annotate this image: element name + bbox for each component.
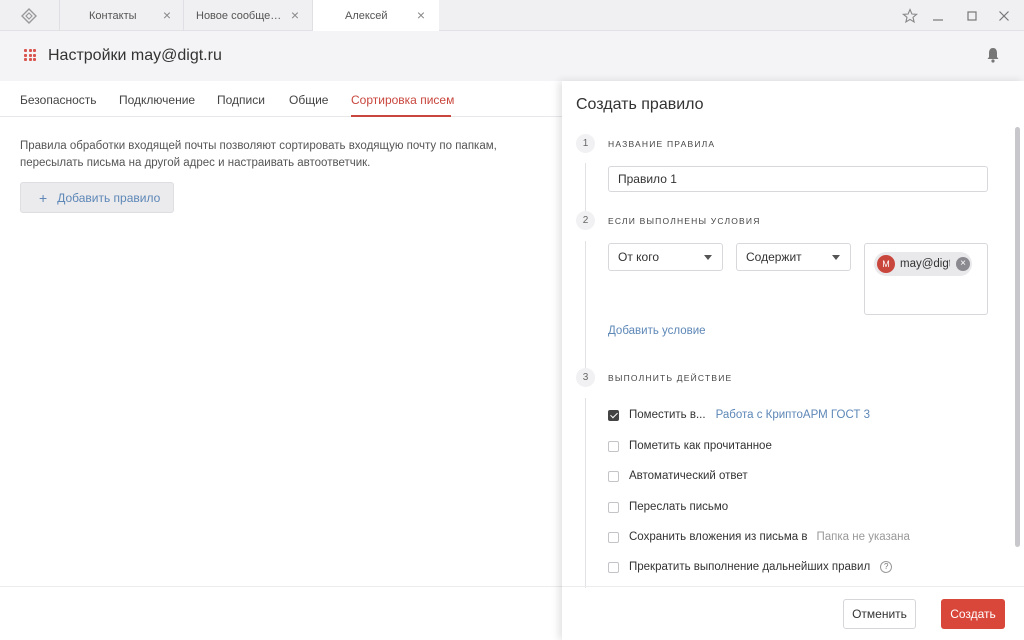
select-value: Содержит — [746, 250, 802, 264]
close-window-icon[interactable] — [994, 6, 1014, 26]
close-icon[interactable]: × — [414, 8, 428, 22]
action-move-to[interactable]: Поместить в... Работа с КриптоАРМ ГОСТ 3 — [608, 407, 870, 423]
divider — [0, 586, 562, 587]
bell-icon[interactable] — [985, 46, 1001, 64]
condition-field-select[interactable]: От кого — [608, 243, 723, 271]
checkbox-stop-rules[interactable] — [608, 561, 619, 573]
cancel-button[interactable]: Отменить — [843, 599, 916, 629]
step-connector — [585, 398, 586, 588]
divider — [562, 586, 1024, 587]
star-icon[interactable] — [900, 6, 920, 26]
action-label: Поместить в... — [629, 409, 706, 421]
select-value: От кого — [618, 250, 660, 264]
action-auto-reply[interactable]: Автоматический ответ — [608, 468, 748, 484]
chevron-down-icon — [704, 255, 712, 260]
tab-security[interactable]: Безопасность — [20, 93, 97, 107]
add-rule-button[interactable]: + Добавить правило — [20, 182, 174, 213]
target-folder-link[interactable]: Работа с КриптоАРМ ГОСТ 3 — [716, 409, 870, 421]
tab-label: Алексей — [345, 9, 388, 22]
action-label: Автоматический ответ — [629, 470, 748, 482]
close-icon[interactable]: × — [160, 8, 174, 22]
checkbox-auto-reply[interactable] — [608, 470, 619, 482]
create-rule-panel: Создать правило 1 Название правила 2 Есл… — [562, 81, 1024, 640]
step-number: 2 — [576, 211, 595, 230]
tab-label: Новое сообщение — [196, 9, 284, 22]
folder-not-set-text[interactable]: Папка не указана — [816, 531, 909, 543]
panel-scrollbar[interactable] — [1015, 127, 1020, 547]
action-label: Прекратить выполнение дальнейших правил — [629, 561, 871, 573]
page-header: Настройки may@digt.ru — [0, 31, 1024, 81]
tab-contacts[interactable]: Контакты × — [59, 0, 183, 31]
action-save-attachments[interactable]: Сохранить вложения из письма в Папка не … — [608, 529, 910, 545]
apps-grid-icon[interactable] — [24, 49, 36, 61]
tab-signatures[interactable]: Подписи — [217, 93, 265, 107]
step-number: 1 — [576, 134, 595, 153]
condition-operator-select[interactable]: Содержит — [736, 243, 851, 271]
tab-aleksey[interactable]: Алексей × — [312, 0, 439, 31]
step-connector — [585, 163, 586, 213]
title-bar: Контакты × Новое сообщение × Алексей × — [0, 0, 1024, 31]
chevron-down-icon — [832, 255, 840, 260]
tab-new-message[interactable]: Новое сообщение × — [183, 0, 312, 31]
tab-connection[interactable]: Подключение — [119, 93, 195, 107]
create-button[interactable]: Создать — [941, 599, 1005, 629]
email-chip: M may@digt.ru × — [874, 252, 972, 276]
rules-description: Правила обработки входящей почты позволя… — [20, 140, 497, 169]
tab-general[interactable]: Общие — [289, 93, 328, 107]
plus-icon: + — [39, 189, 48, 206]
settings-tabs: Безопасность Подключение Подписи Общие С… — [0, 81, 562, 117]
step-label: Выполнить действие — [608, 373, 733, 383]
action-label: Переслать письмо — [629, 501, 729, 513]
step-number: 3 — [576, 368, 595, 387]
tab-mail-sorting[interactable]: Сортировка писем — [351, 93, 454, 107]
rule-name-input[interactable] — [608, 166, 988, 192]
step-label: Если выполнены условия — [608, 216, 761, 226]
action-label: Сохранить вложения из письма в — [629, 531, 808, 543]
checkbox-mark-read[interactable] — [608, 440, 619, 452]
tab-label: Контакты — [89, 9, 137, 22]
checkbox-forward[interactable] — [608, 501, 619, 513]
action-mark-read[interactable]: Пометить как прочитанное — [608, 438, 772, 454]
close-icon[interactable]: × — [288, 8, 302, 22]
help-icon[interactable]: ? — [880, 561, 893, 573]
action-label: Пометить как прочитанное — [629, 440, 772, 452]
checkbox-save-attachments[interactable] — [608, 531, 619, 543]
avatar: M — [877, 255, 895, 273]
add-rule-label: Добавить правило — [57, 190, 161, 205]
condition-value-box[interactable]: M may@digt.ru × — [864, 243, 988, 315]
step-connector — [585, 241, 586, 369]
action-forward[interactable]: Переслать письмо — [608, 499, 728, 515]
action-stop-rules[interactable]: Прекратить выполнение дальнейших правил … — [608, 559, 893, 575]
panel-title: Создать правило — [576, 96, 704, 113]
checkbox-move-to[interactable] — [608, 409, 619, 421]
chip-email: may@digt.ru — [900, 258, 950, 270]
maximize-icon[interactable] — [962, 6, 982, 26]
remove-chip-icon[interactable]: × — [956, 257, 970, 271]
page-title: Настройки may@digt.ru — [48, 47, 222, 64]
add-condition-link[interactable]: Добавить условие — [608, 325, 706, 337]
app-logo-icon — [21, 8, 37, 24]
minimize-icon[interactable] — [928, 6, 948, 26]
step-label: Название правила — [608, 139, 716, 149]
active-tab-indicator — [351, 115, 451, 117]
